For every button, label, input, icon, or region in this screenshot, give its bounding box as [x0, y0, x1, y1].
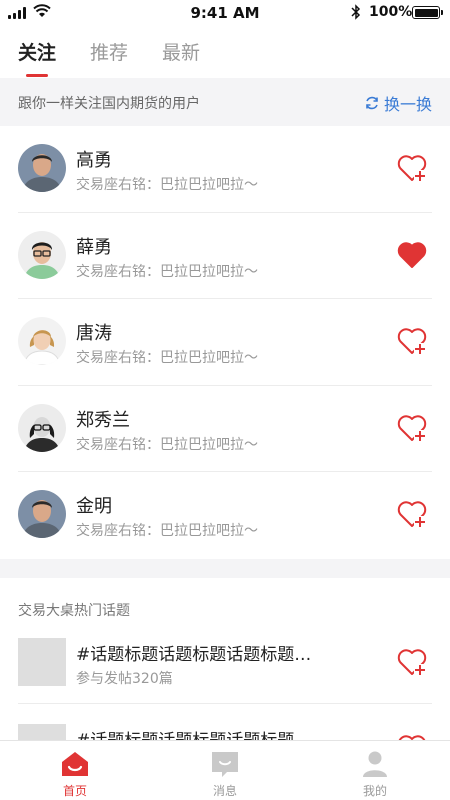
divider — [18, 703, 432, 704]
man-avatar-icon — [18, 490, 66, 539]
topic-post-count: 参与发帖320篇 — [76, 671, 173, 687]
user-name: 金明 — [76, 496, 112, 518]
topic-thumbnail — [18, 724, 66, 740]
user-row[interactable]: 唐涛 交易座右铭：巴拉巴拉吧拉～ — [0, 299, 450, 386]
follow-heart-icon[interactable] — [396, 326, 428, 356]
nav-profile-label: 我的 — [362, 784, 387, 798]
follow-heart-icon[interactable] — [396, 733, 428, 740]
woman-glasses-avatar-icon — [18, 403, 66, 452]
avatar[interactable] — [18, 403, 66, 452]
user-list: 高勇 交易座右铭：巴拉巴拉吧拉～ 薛勇 交易座右铭：巴拉巴拉吧拉～ 唐涛 交易座… — [0, 126, 450, 559]
avatar[interactable] — [18, 490, 66, 539]
topic-title: #话题标题话题标题话题标题… — [76, 645, 312, 665]
user-name: 高勇 — [76, 150, 112, 171]
woman-avatar-icon — [18, 317, 66, 366]
battery-percent: 100% — [369, 4, 413, 20]
follow-heart-icon[interactable] — [396, 647, 428, 677]
user-name: 郑秀兰 — [76, 409, 130, 431]
nav-home[interactable]: 首页 — [0, 741, 150, 800]
user-motto: 交易座右铭：巴拉巴拉吧拉～ — [76, 350, 258, 367]
active-tab-indicator — [26, 74, 48, 77]
message-icon — [212, 752, 238, 777]
topic-item[interactable]: #话题标题话题标题话题标题 — [0, 724, 450, 740]
man-glasses-avatar-icon — [18, 230, 66, 279]
avatar[interactable] — [18, 317, 66, 366]
follow-heart-icon[interactable] — [396, 413, 428, 443]
refresh-label: 换一换 — [383, 95, 432, 114]
user-name: 唐涛 — [76, 323, 112, 345]
user-motto: 交易座右铭：巴拉巴拉吧拉～ — [76, 436, 258, 453]
tab-latest[interactable]: 最新 — [162, 38, 200, 65]
user-name: 薛勇 — [76, 236, 112, 258]
user-motto: 交易座右铭：巴拉巴拉吧拉～ — [76, 263, 258, 280]
battery-icon — [412, 6, 443, 19]
refresh-icon — [366, 96, 378, 110]
profile-icon — [363, 751, 387, 777]
nav-messages-label: 消息 — [212, 784, 237, 798]
section-title: 交易大桌热门话题 — [18, 603, 130, 619]
topic-item[interactable]: #话题标题话题标题话题标题… 参与发帖320篇 — [0, 638, 450, 724]
avatar[interactable] — [18, 230, 66, 279]
home-icon — [62, 752, 88, 776]
status-bar: 9:41 AM 100% — [0, 0, 450, 26]
nav-home-label: 首页 — [62, 784, 87, 798]
recommend-header: 跟你一样关注国内期货的用户 换一换 — [0, 78, 450, 126]
tab-recommended[interactable]: 推荐 — [90, 38, 128, 65]
follow-heart-icon[interactable] — [396, 153, 428, 183]
topic-thumbnail — [18, 638, 66, 686]
feed-tabs: 关注 推荐 最新 — [0, 26, 450, 78]
user-row[interactable]: 金明 交易座右铭：巴拉巴拉吧拉～ — [0, 472, 450, 559]
user-motto: 交易座右铭：巴拉巴拉吧拉～ — [76, 523, 258, 540]
user-row[interactable]: 郑秀兰 交易座右铭：巴拉巴拉吧拉～ — [0, 386, 450, 473]
follow-heart-icon[interactable] — [396, 499, 428, 529]
recommend-hint: 跟你一样关注国内期货的用户 — [18, 96, 200, 112]
followed-heart-icon[interactable] — [396, 240, 428, 270]
refresh-button[interactable]: 换一换 — [364, 91, 432, 115]
bottom-nav: 首页 消息 我的 — [0, 740, 450, 800]
man-avatar-icon — [18, 144, 66, 192]
bluetooth-icon — [351, 4, 361, 20]
user-row[interactable]: 高勇 交易座右铭：巴拉巴拉吧拉～ — [0, 126, 450, 213]
user-motto: 交易座右铭：巴拉巴拉吧拉～ — [76, 177, 258, 193]
topic-title: #话题标题话题标题话题标题 — [76, 726, 326, 740]
tab-following[interactable]: 关注 — [18, 38, 56, 65]
user-row[interactable]: 薛勇 交易座右铭：巴拉巴拉吧拉～ — [0, 213, 450, 300]
avatar[interactable] — [18, 144, 66, 192]
nav-messages[interactable]: 消息 — [150, 741, 300, 800]
hot-topics-section: 交易大桌热门话题 #话题标题话题标题话题标题… 参与发帖320篇 #话题标题话题… — [0, 578, 450, 740]
nav-profile[interactable]: 我的 — [300, 741, 450, 800]
